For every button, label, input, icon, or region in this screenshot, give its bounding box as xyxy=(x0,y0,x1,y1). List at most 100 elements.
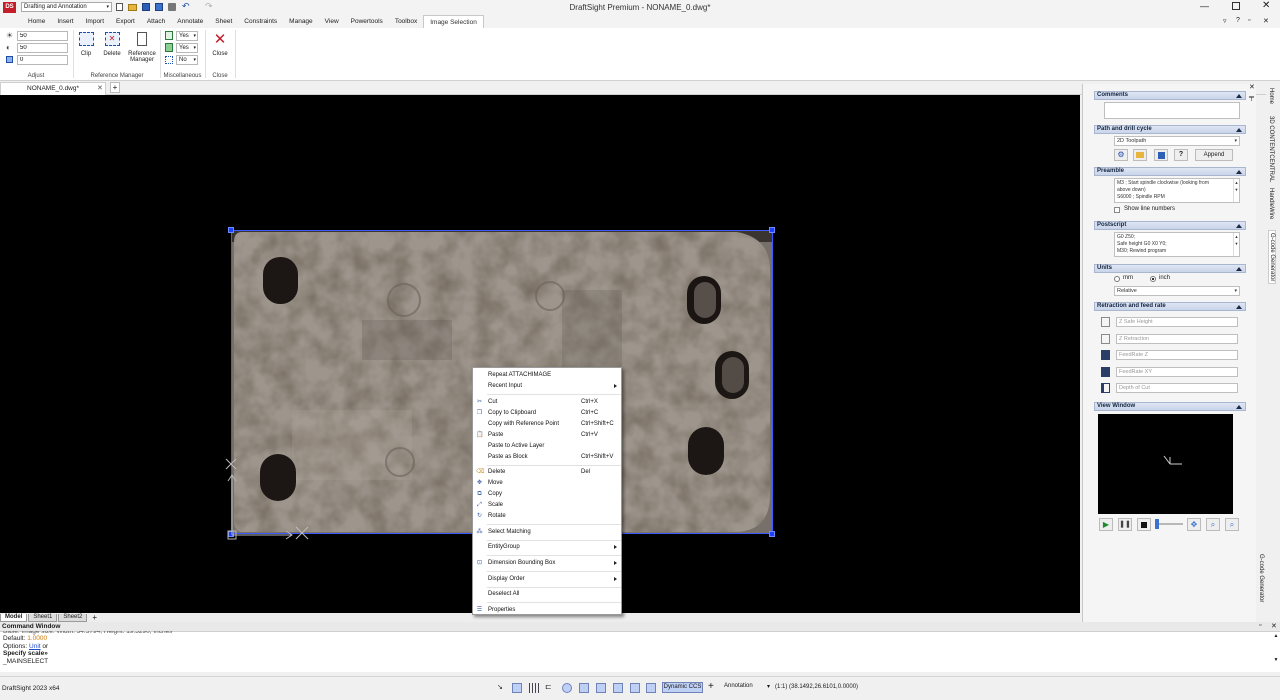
menu-item[interactable]: ✂ Cut Ctrl+X xyxy=(473,397,621,408)
section-preamble[interactable]: Preamble xyxy=(1094,167,1246,176)
section-retraction[interactable]: Retraction and feed rate xyxy=(1094,302,1246,311)
minimize-button[interactable]: — xyxy=(1200,1,1209,11)
section-view-window[interactable]: View Window xyxy=(1094,402,1246,411)
depth-of-cut-input[interactable]: Depth of Cut xyxy=(1116,383,1238,393)
open-folder-icon[interactable] xyxy=(128,4,137,11)
menu-item[interactable]: ❐ Copy to Clipboard Ctrl+C xyxy=(473,408,621,419)
quick-input-icon[interactable] xyxy=(646,683,656,693)
restore-icon[interactable]: ▫ xyxy=(1248,17,1250,24)
save-icon[interactable] xyxy=(1154,149,1168,161)
print-icon[interactable] xyxy=(168,3,176,11)
grid-icon[interactable] xyxy=(529,683,539,693)
command-option-unit[interactable]: Unit xyxy=(29,643,41,650)
help-icon[interactable]: ? xyxy=(1236,17,1240,24)
document-tab[interactable]: NONAME_0.dwg* ✕ xyxy=(0,82,106,95)
save-as-icon[interactable] xyxy=(155,3,163,11)
preamble-textarea[interactable]: M3 ; Start spindle clockwise (looking fr… xyxy=(1114,178,1240,203)
feedrate-xy-input[interactable]: FeedRate XY xyxy=(1116,367,1238,377)
menu-item[interactable]: ✥ Move xyxy=(473,478,621,489)
section-units[interactable]: Units xyxy=(1094,264,1246,273)
menu-item[interactable]: Deselect All xyxy=(473,589,621,600)
annotation-select[interactable]: Annotation ▾ xyxy=(724,683,770,693)
maximize-button[interactable] xyxy=(1232,2,1240,10)
workspace-select[interactable]: Drafting and Annotation ▾ xyxy=(21,2,112,12)
polar-icon[interactable] xyxy=(562,683,572,693)
ribbon-options-icon[interactable]: ▿ xyxy=(1223,17,1227,25)
play-button[interactable]: ▶ xyxy=(1099,518,1113,531)
tab-attach[interactable]: Attach xyxy=(141,15,171,28)
quality-select[interactable]: Yes ▾ xyxy=(176,43,198,53)
lineweight-icon[interactable] xyxy=(613,683,623,693)
command-restore-icon[interactable]: ▫ xyxy=(1259,622,1261,629)
menu-item[interactable]: Paste as Block Ctrl+Shift+V xyxy=(473,452,621,463)
side-tab-gcode-generator[interactable]: G-code Generator xyxy=(1268,230,1276,285)
tab-manage[interactable]: Manage xyxy=(283,15,319,28)
sheet-tab-model[interactable]: Model xyxy=(0,613,28,622)
menu-item[interactable]: Copy with Reference Point Ctrl+Shift+C xyxy=(473,419,621,430)
model-icon[interactable] xyxy=(630,683,640,693)
tab-image-selection[interactable]: Image Selection xyxy=(423,15,484,28)
side-tab-3d-contentcentral[interactable]: 3D CONTENTCENTRAL xyxy=(1268,116,1274,182)
tab-home[interactable]: Home xyxy=(22,15,51,28)
postscript-textarea[interactable]: G0 Z50; Safe height G0 X0 Y0; M30; Rewin… xyxy=(1114,232,1240,257)
contrast-input[interactable] xyxy=(17,43,68,53)
menu-item[interactable]: Repeat ATTACHIMAGE xyxy=(473,370,621,381)
close-doc-icon[interactable]: ✕ xyxy=(1263,17,1269,25)
tab-insert[interactable]: Insert xyxy=(51,15,79,28)
menu-item[interactable]: Display Order xyxy=(473,574,621,585)
scrollbar[interactable]: ▲ ▼ xyxy=(1233,233,1239,256)
mm-radio[interactable] xyxy=(1114,276,1120,282)
redo-icon[interactable]: ↷ xyxy=(205,1,213,12)
tab-view[interactable]: View xyxy=(319,15,345,28)
new-file-icon[interactable] xyxy=(116,3,123,11)
add-icon[interactable]: + xyxy=(708,681,714,692)
grip-top-right[interactable] xyxy=(769,227,775,233)
scrollbar[interactable]: ▲ ▼ xyxy=(1233,179,1239,202)
snap-icon[interactable] xyxy=(512,683,522,693)
menu-item[interactable]: Paste to Active Layer xyxy=(473,441,621,452)
tab-powertools[interactable]: Powertools xyxy=(345,15,389,28)
menu-item[interactable]: EntityGroup xyxy=(473,542,621,553)
comments-input[interactable] xyxy=(1104,102,1240,119)
command-input[interactable]: _MAINSELECT xyxy=(3,658,172,666)
dynamic-ccs-button[interactable]: Dynamic CCS xyxy=(662,682,703,693)
append-button[interactable]: Append xyxy=(1195,149,1233,161)
brightness-input[interactable] xyxy=(17,31,68,41)
tab-annotate[interactable]: Annotate xyxy=(171,15,209,28)
sheet-tab-sheet1[interactable]: Sheet1 xyxy=(28,613,58,622)
reference-manager-button[interactable]: Reference Manager xyxy=(126,32,158,63)
transparency-select[interactable]: No ▾ xyxy=(176,55,198,65)
z-retraction-input[interactable]: Z Retraction xyxy=(1116,334,1238,344)
delete-button[interactable]: ✕ Delete xyxy=(100,32,124,57)
close-ribbon-button[interactable]: ✕ Close xyxy=(208,32,232,58)
fit-view-icon[interactable]: ✥ xyxy=(1187,518,1201,531)
close-window-button[interactable]: ✕ xyxy=(1262,0,1270,11)
menu-item[interactable]: 📋 Paste Ctrl+V xyxy=(473,430,621,441)
ortho-icon[interactable]: ⊏ xyxy=(545,683,555,693)
fade-input[interactable] xyxy=(17,55,68,65)
pause-button[interactable]: ❚❚ xyxy=(1118,518,1132,531)
coordinates-icon[interactable]: ↘ xyxy=(497,683,507,693)
tab-import[interactable]: Import xyxy=(80,15,110,28)
side-tab-handlewire[interactable]: HandleWire xyxy=(1268,188,1274,219)
z-safe-height-input[interactable]: Z Safe Height xyxy=(1116,317,1238,327)
grip-bottom-right[interactable] xyxy=(769,531,775,537)
frame-select[interactable]: Yes ▾ xyxy=(176,31,198,41)
menu-item[interactable]: ⤢ Scale xyxy=(473,500,621,511)
undo-icon[interactable]: ↶ xyxy=(182,1,190,12)
gear-icon[interactable]: ⚙ xyxy=(1114,149,1128,161)
tab-toolbox[interactable]: Toolbox xyxy=(389,15,423,28)
show-line-numbers-checkbox[interactable] xyxy=(1114,207,1120,213)
command-scrollbar[interactable]: ▲ ▼ xyxy=(1272,633,1280,671)
section-comments[interactable]: Comments xyxy=(1094,91,1246,100)
clip-button[interactable]: Clip xyxy=(76,32,96,57)
help-button[interactable]: ? xyxy=(1174,149,1188,161)
zoom-icon[interactable]: ⌕ xyxy=(1225,518,1239,531)
etrack-icon[interactable] xyxy=(596,683,606,693)
progress-slider[interactable] xyxy=(1155,519,1183,529)
inch-radio[interactable] xyxy=(1150,276,1156,282)
section-path[interactable]: Path and drill cycle xyxy=(1094,125,1246,134)
side-tab-home[interactable]: Home xyxy=(1268,88,1274,104)
add-sheet-button[interactable]: + xyxy=(92,613,97,622)
menu-item[interactable]: ↻ Rotate xyxy=(473,511,621,522)
